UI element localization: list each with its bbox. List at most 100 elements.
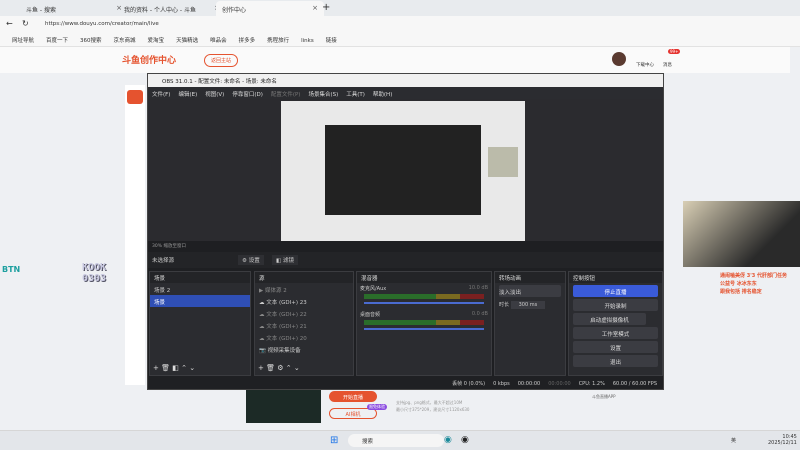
bookmark[interactable]: 爱淘宝 <box>148 36 165 44</box>
menu-help[interactable]: 帮助(H) <box>373 92 392 98</box>
taskbar-search[interactable]: 搜索 <box>348 434 444 447</box>
dock-title: 混音器 <box>357 272 491 283</box>
bookmark[interactable]: 天猫精选 <box>176 36 198 44</box>
bookmark[interactable]: 拼多多 <box>239 36 256 44</box>
filters-button[interactable]: ◧ 滤镜 <box>272 255 298 265</box>
edge-icon[interactable]: ◉ <box>444 435 452 445</box>
bookmark[interactable]: links <box>301 38 314 44</box>
back-home-button[interactable]: 返回主站 <box>204 54 239 67</box>
url-input[interactable]: https://www.douyu.com/creator/main/live <box>45 21 159 27</box>
start-live-button[interactable]: 开始直播 <box>329 391 377 402</box>
virtual-camera-button[interactable]: 启动虚拟摄像机 <box>573 313 646 325</box>
menu-profile[interactable]: 配置文件(P) <box>271 92 301 98</box>
bookmark[interactable]: 唯品会 <box>210 36 227 44</box>
tab-creator[interactable]: 创作中心 × <box>216 1 324 16</box>
menu-file[interactable]: 文件(F) <box>152 92 170 98</box>
cover-thumbnail[interactable] <box>246 388 321 423</box>
settings-button[interactable]: 设置 <box>573 341 658 353</box>
zoom-mode[interactable]: 缩放至窗口 <box>163 244 186 249</box>
studio-mode-button[interactable]: 工作室模式 <box>573 327 658 339</box>
obs-taskbar-icon[interactable]: ◉ <box>461 435 469 445</box>
exit-button[interactable]: 退出 <box>573 355 658 367</box>
properties-button[interactable]: ⚙ 设置 <box>238 255 264 265</box>
bookmark[interactable]: 网址导航 <box>12 36 34 44</box>
site-header: 斗鱼创作中心 返回主站 下载中心 消息 99+ <box>0 47 790 73</box>
tab-label: 我的资料 - 个人中心 - 斗鱼 <box>124 7 196 14</box>
transitions-dock: 转场动画 淡入淡出 时长 300 ms <box>494 271 566 376</box>
bitrate: 0 kbps <box>493 381 510 387</box>
duration-input[interactable]: 300 ms <box>510 301 546 309</box>
source-item[interactable]: ☁ 文本 (GDI+) 20 <box>255 331 353 343</box>
scene-toolbar: + 🗑 ◧ ⌃ ⌄ <box>153 364 195 372</box>
reload-icon[interactable]: ↻ <box>22 19 29 28</box>
ai-badge: 限免体验 <box>367 404 387 410</box>
site-logo[interactable]: 斗鱼创作中心 <box>122 53 176 66</box>
mixer-channel: 麦克风/Aux 10.0 dB <box>357 283 491 309</box>
back-icon[interactable]: ← <box>6 19 13 28</box>
trash-icon[interactable]: 🗑 <box>266 364 275 372</box>
clock-date: 2025/12/11 <box>768 440 797 446</box>
avatar[interactable] <box>612 52 626 66</box>
close-icon[interactable]: × <box>312 4 318 12</box>
download-center-link[interactable]: 下载中心 <box>636 62 654 68</box>
add-icon[interactable]: + <box>258 364 264 372</box>
search-label: 搜索 <box>362 439 374 445</box>
stop-streaming-button[interactable]: 停止直播 <box>573 285 658 297</box>
source-item[interactable]: 📷 视频采集设备 <box>255 343 353 355</box>
bookmark[interactable]: 京东商城 <box>114 36 136 44</box>
fps: 60.00 / 60.00 FPS <box>612 381 657 387</box>
menu-docks[interactable]: 停靠窗口(D) <box>232 92 263 98</box>
dock-title: 转场动画 <box>495 272 565 283</box>
tab-profile[interactable]: 我的资料 - 个人中心 - 斗鱼× <box>118 1 226 16</box>
new-tab-button[interactable]: + <box>322 2 330 13</box>
chat-line: 公益号 冰冰东东 <box>720 281 757 287</box>
add-icon[interactable]: + <box>153 364 159 372</box>
bookmarks-bar: 网址导航 百度一下 360搜索 京东商城 爱淘宝 天猫精选 唯品会 拼多多 携程旅行 links 链… <box>0 32 800 47</box>
source-item[interactable]: ▶ 媒体源 2 <box>255 283 353 295</box>
tab-search[interactable]: 斗鱼 - 搜索 × <box>20 1 128 16</box>
bookmark[interactable]: 链接 <box>326 36 337 44</box>
menu-edit[interactable]: 编辑(E) <box>178 92 197 98</box>
start-recording-button[interactable]: 开始录制 <box>573 299 658 311</box>
filter-icon[interactable]: ◧ <box>172 364 179 372</box>
chat-line: 通闹嗑美伢 3'3 代肝部门任务 <box>720 273 787 279</box>
trash-icon[interactable]: 🗑 <box>161 364 170 372</box>
obs-preview[interactable] <box>148 99 663 241</box>
source-label: 视频采集设备 <box>267 348 301 354</box>
up-icon[interactable]: ⌃ <box>181 364 187 372</box>
gear-icon[interactable]: ⚙ <box>277 364 283 372</box>
clock[interactable]: 10:45 2025/12/11 <box>768 434 797 446</box>
menu-tools[interactable]: 工具(T) <box>346 92 365 98</box>
volume-meter <box>364 320 484 325</box>
menu-scene-collection[interactable]: 场景集合(S) <box>308 92 338 98</box>
down-icon[interactable]: ⌄ <box>189 364 195 372</box>
overlay-bottom: 0303 <box>82 273 107 284</box>
source-item[interactable]: ☁ 文本 (GDI+) 22 <box>255 307 353 319</box>
source-label: 媒体源 2 <box>264 288 287 294</box>
windows-start-icon[interactable]: ⊞ <box>330 435 338 446</box>
ime-indicator[interactable]: 英 <box>731 437 736 444</box>
scene-item[interactable]: 场景 <box>150 295 250 307</box>
source-toolbar: + 🗑 ⚙ ⌃ ⌄ <box>258 364 300 372</box>
source-item[interactable]: ☁ 文本 (GDI+) 23 <box>255 295 353 307</box>
source-label: 文本 (GDI+) 20 <box>266 336 307 342</box>
controls-dock: 控制按钮 停止直播 开始录制 启动虚拟摄像机 工作室模式 设置 退出 <box>568 271 663 376</box>
volume-slider[interactable] <box>364 328 484 330</box>
zoom-value[interactable]: 30% <box>152 244 162 249</box>
filters-label: 滤镜 <box>282 258 294 264</box>
source-item[interactable]: ☁ 文本 (GDI+) 21 <box>255 319 353 331</box>
bookmark[interactable]: 百度一下 <box>46 36 68 44</box>
scene-item[interactable]: 场景 2 <box>150 283 250 295</box>
bookmark[interactable]: 携程旅行 <box>267 36 289 44</box>
dock-title: 控制按钮 <box>569 272 662 283</box>
volume-slider[interactable] <box>364 302 484 304</box>
zoom-bar: 30% 缩放至窗口 <box>148 241 663 251</box>
messages-link[interactable]: 消息 <box>663 62 672 68</box>
transition-select[interactable]: 淡入淡出 <box>499 285 561 297</box>
bookmark[interactable]: 360搜索 <box>80 36 102 44</box>
menu-view[interactable]: 视图(V) <box>205 92 224 98</box>
down-icon[interactable]: ⌄ <box>294 364 300 372</box>
up-icon[interactable]: ⌃ <box>286 364 292 372</box>
sidebar-live-icon[interactable] <box>127 90 143 104</box>
obs-menu-bar: 文件(F) 编辑(E) 视图(V) 停靠窗口(D) 配置文件(P) 场景集合(S) 工具(T… <box>148 87 663 99</box>
